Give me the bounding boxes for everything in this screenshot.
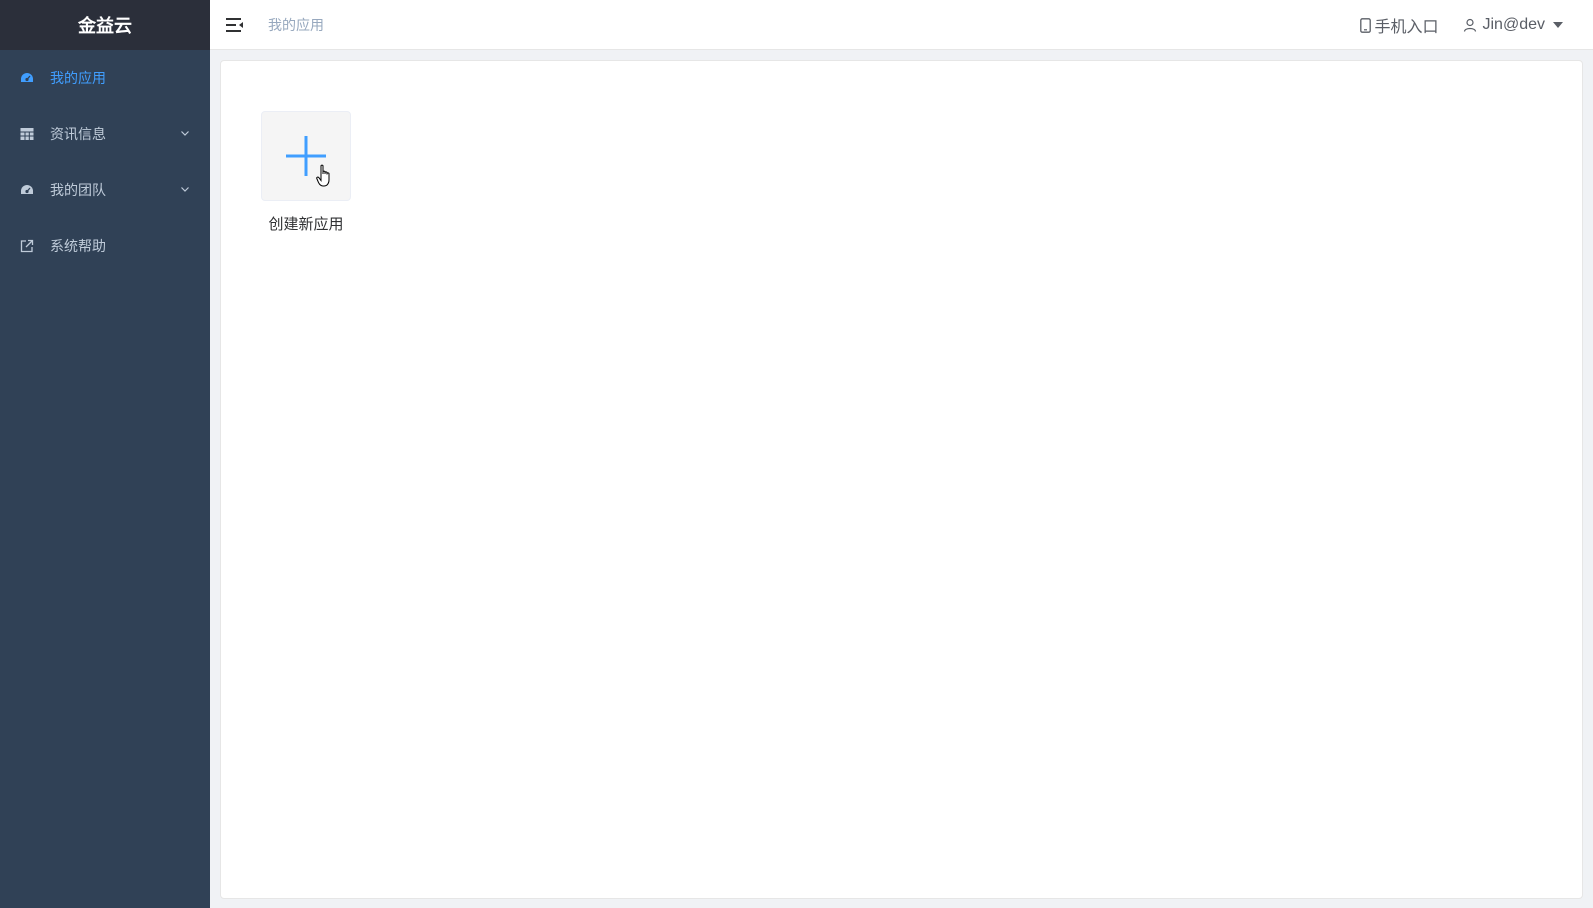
hamburger-icon[interactable] xyxy=(226,16,244,34)
mobile-phone-icon xyxy=(1360,17,1372,33)
username: Jin@dev xyxy=(1482,16,1546,33)
sidebar-item-help[interactable]: 系统帮助 xyxy=(0,218,210,274)
external-link-icon xyxy=(20,239,34,253)
create-app-label: 创建新应用 xyxy=(268,216,344,233)
sidebar-item-news[interactable]: 资讯信息 xyxy=(0,106,210,162)
chevron-down-icon xyxy=(180,128,190,138)
table-grid-icon xyxy=(20,127,34,141)
user-icon xyxy=(1463,18,1476,32)
chevron-down-icon xyxy=(180,184,190,194)
mobile-entry-link[interactable]: 手机入口 xyxy=(1360,13,1439,37)
caret-down-icon xyxy=(1553,22,1563,28)
mobile-entry-label: 手机入口 xyxy=(1374,19,1439,36)
user-dropdown[interactable]: Jin@dev xyxy=(1463,16,1563,34)
sidebar-item-label: 系统帮助 xyxy=(50,238,106,254)
create-new-app-button[interactable]: 创建新应用 xyxy=(261,111,351,234)
sidebar: 金益云 我的应用 资讯信息 我的团队 系统帮助 xyxy=(0,0,210,908)
sidebar-item-my-team[interactable]: 我的团队 xyxy=(0,162,210,218)
sidebar-item-label: 资讯信息 xyxy=(50,126,106,142)
app-logo-title[interactable]: 金益云 xyxy=(0,0,210,50)
navbar-right-menu: 手机入口 Jin@dev xyxy=(1360,0,1563,50)
dashboard-icon xyxy=(20,71,34,85)
dashboard-icon xyxy=(20,183,34,197)
sidebar-menu: 我的应用 资讯信息 我的团队 系统帮助 xyxy=(0,50,210,274)
plus-icon xyxy=(286,136,326,176)
create-app-tile[interactable] xyxy=(261,111,351,201)
breadcrumb: 我的应用 xyxy=(268,17,324,33)
top-navbar: 我的应用 手机入口 Jin@dev xyxy=(210,0,1593,50)
sidebar-item-my-apps[interactable]: 我的应用 xyxy=(0,50,210,106)
sidebar-item-label: 我的团队 xyxy=(50,182,106,198)
main-content: 创建新应用 xyxy=(220,60,1583,899)
sidebar-item-label: 我的应用 xyxy=(50,70,106,86)
app-root: 金益云 我的应用 资讯信息 我的团队 系统帮助 我的应用 手机入口 Jin@de… xyxy=(0,0,1593,908)
